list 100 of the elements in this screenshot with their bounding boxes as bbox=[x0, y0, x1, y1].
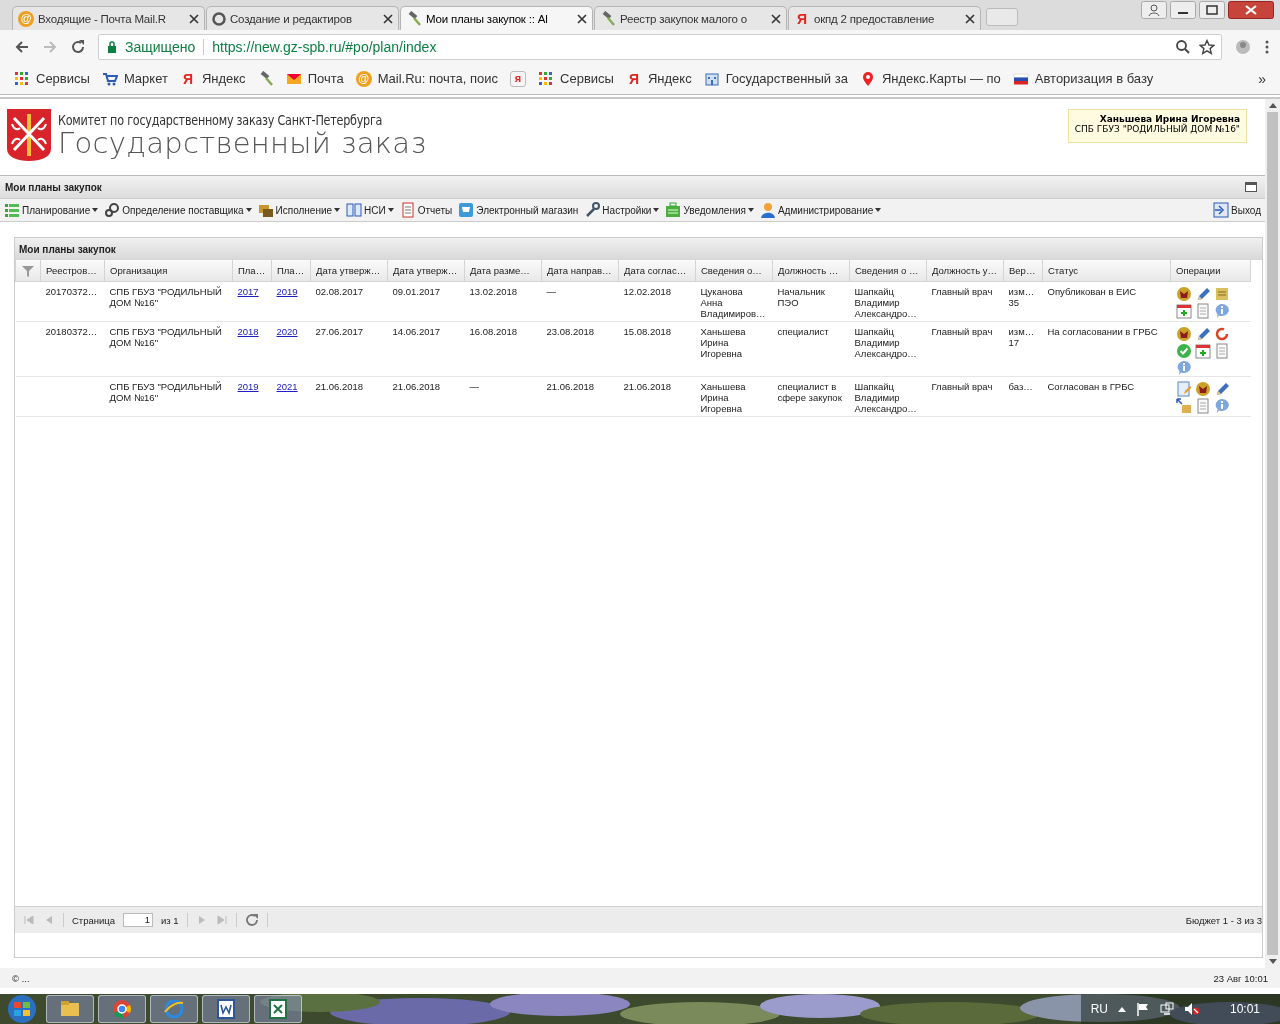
clock[interactable]: 10:01 bbox=[1229, 1002, 1260, 1016]
maximize-icon[interactable] bbox=[1245, 182, 1257, 192]
scroll-thumb[interactable] bbox=[1267, 112, 1278, 955]
flag-icon[interactable] bbox=[1135, 1002, 1150, 1016]
column-header[interactable]: Сведения о… bbox=[695, 260, 773, 282]
close-icon[interactable] bbox=[965, 13, 975, 24]
check-icon[interactable] bbox=[1175, 343, 1192, 359]
date-time: 23 Авг 10:01 bbox=[1213, 972, 1268, 984]
scroll-icon[interactable] bbox=[1213, 286, 1230, 302]
filter-icon[interactable] bbox=[21, 263, 35, 278]
bookmark[interactable]: Авторизация в базу bbox=[1012, 70, 1154, 87]
close-icon[interactable] bbox=[771, 13, 781, 24]
exit-button[interactable]: Выход bbox=[1213, 202, 1261, 218]
calendar-add-icon[interactable] bbox=[1194, 343, 1211, 359]
network-icon[interactable] bbox=[1159, 1002, 1174, 1016]
calendar-add-icon[interactable] bbox=[1175, 303, 1192, 319]
table-cell-text: СПБ ГБУЗ "РОДИЛЬНЫЙ ДОМ №16" bbox=[109, 286, 223, 308]
scrollbar[interactable] bbox=[1265, 99, 1280, 968]
page-field[interactable]: 1 bbox=[123, 913, 154, 927]
table-cell: баз… bbox=[1008, 381, 1033, 392]
bookmark[interactable]: Почта bbox=[285, 70, 344, 87]
emblem-icon[interactable] bbox=[1175, 326, 1192, 342]
move-icon[interactable] bbox=[1175, 398, 1192, 414]
column-header[interactable]: Организация bbox=[104, 260, 233, 282]
menu-button[interactable]: Электронный магазин bbox=[458, 202, 579, 218]
scroll-up-icon[interactable] bbox=[1268, 103, 1277, 108]
bookmark[interactable]: Сервисы bbox=[14, 70, 90, 87]
close-icon[interactable] bbox=[383, 13, 393, 24]
star-icon[interactable] bbox=[1199, 38, 1215, 55]
taskbar-button[interactable] bbox=[254, 995, 302, 1023]
bookmark[interactable]: Яндекс.Карты — по bbox=[859, 70, 1001, 87]
column-header[interactable]: Дата направ… bbox=[541, 260, 619, 282]
plan-year-link[interactable]: 2019 bbox=[237, 381, 259, 392]
bookmark[interactable]: @ Mail.Ru: почта, поис bbox=[355, 70, 499, 87]
browser-tab[interactable]: @ Входящие - Почта Mail.R bbox=[12, 6, 205, 30]
plan-year-link[interactable]: 2021 bbox=[276, 381, 298, 392]
column-header[interactable]: Пла… bbox=[271, 260, 311, 282]
column-header[interactable]: Дата утверж… bbox=[387, 260, 465, 282]
refresh-icon[interactable] bbox=[1213, 326, 1230, 342]
column-header[interactable]: Дата утверж… bbox=[310, 260, 388, 282]
plan-year-link[interactable]: 2019 bbox=[276, 286, 298, 297]
minimize-icon[interactable] bbox=[1170, 1, 1196, 19]
column-header[interactable]: Дата соглас… bbox=[618, 260, 696, 282]
reload-icon[interactable] bbox=[70, 38, 86, 55]
column-header[interactable]: Сведения о … bbox=[849, 260, 927, 282]
taskbar-button[interactable] bbox=[98, 995, 146, 1023]
speaker-muted-icon[interactable] bbox=[1183, 1002, 1200, 1016]
emblem-icon[interactable] bbox=[1194, 381, 1211, 397]
language-indicator[interactable]: RU bbox=[1090, 1002, 1108, 1016]
report-icon bbox=[399, 202, 416, 218]
scroll-down-icon[interactable] bbox=[1268, 959, 1277, 964]
browser-tab[interactable]: Мои планы закупок :: Al bbox=[400, 6, 593, 30]
menu-button[interactable]: Отчеты bbox=[399, 202, 453, 218]
folder-icon bbox=[257, 202, 274, 218]
extension-icon[interactable] bbox=[1234, 37, 1252, 56]
taskbar-button[interactable] bbox=[202, 995, 250, 1023]
zoom-icon[interactable] bbox=[1175, 38, 1191, 55]
plan-year-link[interactable]: 2018 bbox=[237, 326, 259, 337]
user-icon[interactable] bbox=[1141, 1, 1167, 19]
bookmark[interactable]: Я Яндекс bbox=[625, 70, 692, 87]
column-header[interactable]: Реестров… bbox=[40, 260, 105, 282]
column-header[interactable]: Должность … bbox=[772, 260, 850, 282]
column-header[interactable]: Вер… bbox=[1003, 260, 1043, 282]
bookmark[interactable]: Я Яндекс bbox=[179, 70, 246, 87]
column-header[interactable]: Должность у… bbox=[926, 260, 1004, 282]
refresh-icon[interactable] bbox=[244, 913, 259, 927]
menu-button[interactable]: Уведомления bbox=[665, 202, 754, 218]
table-cell: Ханьшева Ирина Игоревна bbox=[700, 381, 746, 414]
bookmark[interactable]: Государственный за bbox=[703, 70, 848, 87]
restore-icon[interactable] bbox=[1199, 1, 1225, 19]
menu-button[interactable]: Определение поставщика bbox=[104, 202, 252, 218]
address-field[interactable]: Защищено https://new.gz-spb.ru/#po/plan/index bbox=[98, 33, 1222, 60]
menu-button[interactable]: Исполнение bbox=[257, 202, 341, 218]
close-icon[interactable] bbox=[189, 13, 199, 24]
table-cell: 20180372… bbox=[45, 326, 98, 337]
column-header[interactable]: Дата разме… bbox=[464, 260, 542, 282]
column-header[interactable]: Пла… bbox=[232, 260, 272, 282]
browser-tab[interactable]: Я окпд 2 предоставление bbox=[788, 6, 981, 30]
tray-arrow-icon[interactable] bbox=[1117, 1006, 1126, 1012]
bookmark[interactable]: Сервисы bbox=[538, 70, 614, 87]
bookmark[interactable]: Маркет bbox=[101, 70, 168, 87]
column-header[interactable]: Статус bbox=[1042, 260, 1171, 282]
menu-button[interactable]: Администрирование bbox=[759, 202, 882, 218]
browser-tab[interactable]: Создание и редактиров bbox=[206, 6, 399, 30]
menu-button[interactable]: Планирование bbox=[4, 202, 99, 218]
tab-title: Входящие - Почта Mail.R bbox=[38, 12, 167, 25]
taskbar-button[interactable] bbox=[46, 995, 94, 1023]
plan-year-link[interactable]: 2017 bbox=[237, 286, 259, 297]
column-header[interactable]: Операции bbox=[1170, 260, 1251, 282]
more-bookmarks-button[interactable]: » bbox=[1258, 70, 1266, 87]
close-icon[interactable] bbox=[1228, 1, 1274, 19]
menu-button[interactable]: Настройки bbox=[584, 202, 660, 218]
menu-button[interactable]: НСИ bbox=[346, 202, 394, 218]
menu-icon[interactable] bbox=[1264, 38, 1270, 55]
back-icon[interactable] bbox=[14, 38, 30, 55]
close-icon[interactable] bbox=[577, 13, 587, 24]
browser-tab[interactable]: Реестр закупок малого о bbox=[594, 6, 787, 30]
plan-year-link[interactable]: 2020 bbox=[276, 326, 298, 337]
logo-icon[interactable]: я bbox=[510, 70, 527, 87]
emblem-icon[interactable] bbox=[1175, 286, 1192, 302]
